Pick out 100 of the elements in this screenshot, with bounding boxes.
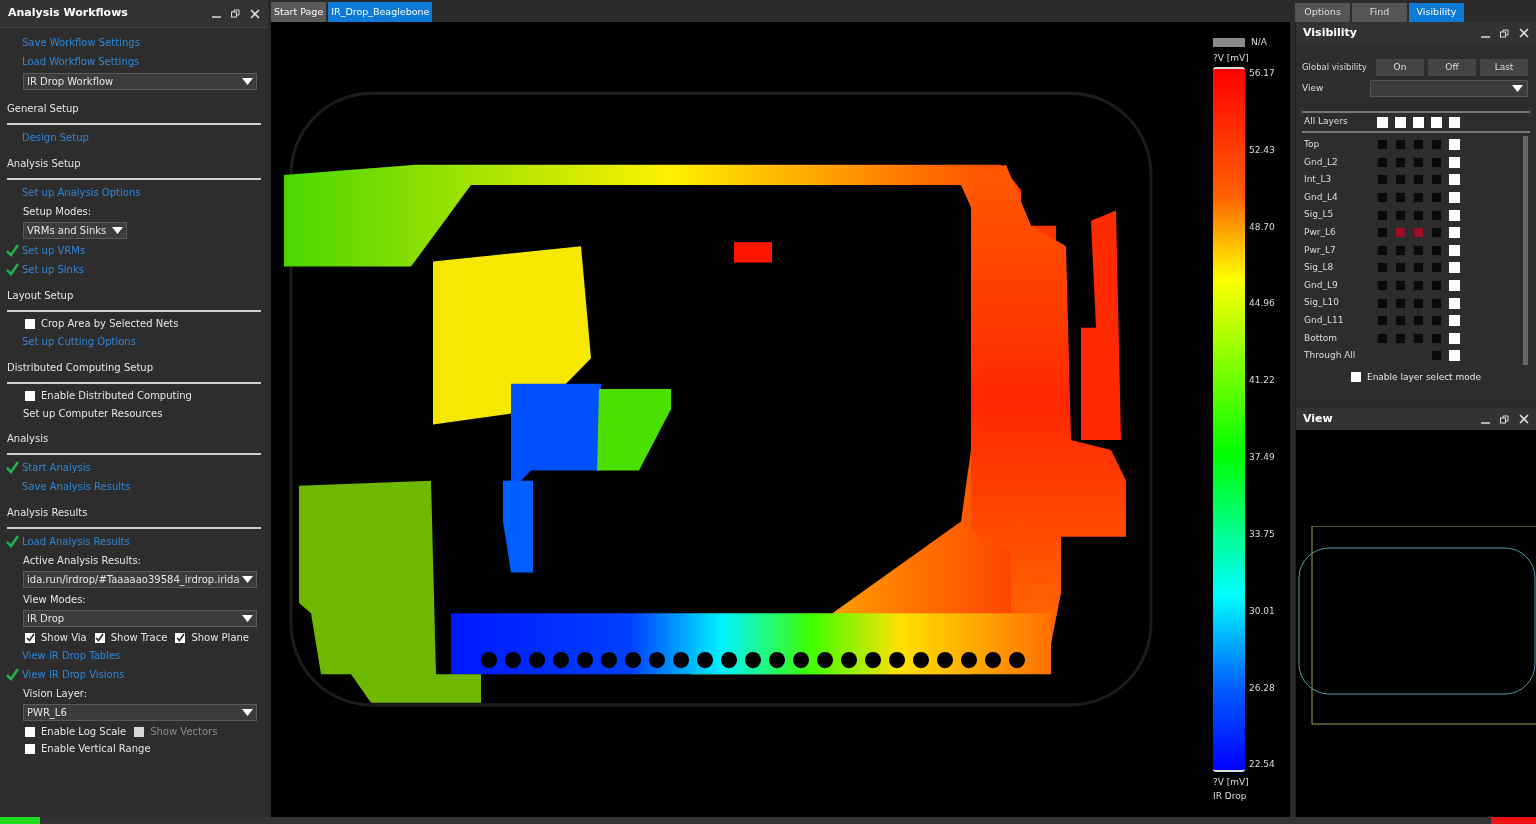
checkbox[interactable] [25, 726, 35, 737]
layer-toggle[interactable] [1395, 116, 1406, 128]
layer-toggle[interactable] [1413, 315, 1424, 327]
layer-toggle[interactable] [1377, 315, 1388, 327]
close-icon[interactable] [1519, 414, 1529, 424]
workflow-link[interactable]: View IR Drop Tables [22, 648, 121, 663]
layer-toggle[interactable] [1431, 174, 1442, 186]
layer-toggle[interactable] [1431, 297, 1442, 309]
layer-toggle[interactable] [1413, 280, 1424, 292]
layer-toggle[interactable] [1377, 332, 1388, 344]
layer-toggle[interactable] [1413, 262, 1424, 274]
layer-toggle[interactable] [1431, 262, 1442, 274]
workflow-link[interactable]: Start Analysis [22, 460, 91, 475]
layer-toggle[interactable] [1395, 174, 1406, 186]
layer-toggle[interactable] [1431, 156, 1442, 168]
layer-toggle[interactable] [1449, 209, 1460, 221]
restore-icon[interactable] [1500, 28, 1509, 38]
visibility-button[interactable]: Last [1480, 59, 1528, 76]
layer-toggle[interactable] [1395, 315, 1406, 327]
pcb-canvas[interactable]: N/A ?V [mV] 56.17 52.43 48.70 44.96 41.22 37.49 33.75 30.01 26.28 22.54 ?V [mV] IR Drop [271, 22, 1290, 817]
document-tab[interactable]: Start Page [271, 2, 327, 22]
dropdown[interactable]: VRMs and Sinks [23, 222, 127, 239]
workflow-link[interactable]: Design Setup [22, 130, 89, 145]
workflow-link[interactable]: Set up Analysis Options [22, 185, 141, 200]
layer-toggle[interactable] [1395, 332, 1406, 344]
layer-toggle[interactable] [1377, 116, 1388, 128]
restore-icon[interactable] [1500, 414, 1509, 424]
layer-toggle[interactable] [1413, 174, 1424, 186]
dropdown[interactable]: PWR_L6 [23, 704, 257, 721]
layer-toggle[interactable] [1377, 192, 1388, 204]
layer-toggle[interactable] [1449, 332, 1460, 344]
workflow-link[interactable]: Set up Cutting Options [22, 334, 136, 349]
checkbox[interactable] [175, 632, 186, 643]
layer-toggle[interactable] [1395, 297, 1406, 309]
layer-toggle[interactable] [1413, 209, 1424, 221]
layer-toggle[interactable] [1431, 315, 1442, 327]
panel-tab[interactable]: Options [1295, 3, 1350, 22]
checkbox[interactable] [1350, 372, 1361, 383]
layer-toggle[interactable] [1413, 297, 1424, 309]
dropdown[interactable]: ida.run/irdrop/#Taaaaao39584_irdrop.irida [23, 571, 257, 588]
visibility-button[interactable]: Off [1428, 59, 1476, 76]
layer-toggle[interactable] [1431, 227, 1442, 239]
checkbox[interactable] [25, 318, 35, 329]
layer-toggle[interactable] [1449, 156, 1460, 168]
layer-toggle[interactable] [1377, 244, 1388, 256]
layer-toggle[interactable] [1377, 174, 1388, 186]
document-tab[interactable]: IR_Drop_Beaglebone [328, 2, 433, 22]
workflow-link[interactable]: Load Analysis Results [22, 534, 130, 549]
layer-toggle[interactable] [1377, 227, 1388, 239]
layer-toggle[interactable] [1449, 280, 1460, 292]
layer-toggle[interactable] [1395, 280, 1406, 292]
layer-toggle[interactable] [1449, 192, 1460, 204]
dropdown[interactable]: IR Drop Workflow [23, 73, 257, 90]
checkbox[interactable] [25, 390, 35, 401]
layer-toggle[interactable] [1395, 227, 1406, 239]
scrollbar[interactable] [1523, 136, 1528, 365]
layer-toggle[interactable] [1449, 116, 1460, 128]
layer-toggle[interactable] [1449, 139, 1460, 151]
checkbox[interactable] [94, 632, 105, 643]
layer-toggle[interactable] [1395, 192, 1406, 204]
layer-toggle[interactable] [1449, 350, 1460, 362]
layer-toggle[interactable] [1377, 209, 1388, 221]
panel-tab[interactable]: Visibility [1409, 3, 1464, 22]
layer-toggle[interactable] [1377, 280, 1388, 292]
layer-toggle[interactable] [1395, 262, 1406, 274]
layer-toggle[interactable] [1449, 315, 1460, 327]
close-icon[interactable] [250, 8, 260, 19]
layer-toggle[interactable] [1377, 139, 1388, 151]
workflow-link[interactable]: Save Analysis Results [22, 479, 131, 494]
layer-toggle[interactable] [1413, 192, 1424, 204]
workflow-link[interactable]: Save Workflow Settings [22, 35, 140, 50]
layer-toggle[interactable] [1413, 116, 1424, 128]
layer-toggle[interactable] [1395, 139, 1406, 151]
layer-toggle[interactable] [1395, 209, 1406, 221]
layer-toggle[interactable] [1377, 297, 1388, 309]
layer-toggle[interactable] [1431, 332, 1442, 344]
layer-toggle[interactable] [1431, 192, 1442, 204]
layer-toggle[interactable] [1413, 244, 1424, 256]
workflow-link[interactable]: Set up Sinks [22, 262, 84, 277]
dropdown[interactable] [1370, 80, 1528, 97]
layer-toggle[interactable] [1431, 139, 1442, 151]
restore-icon[interactable] [231, 9, 240, 18]
workflow-link[interactable]: View IR Drop Visions [22, 667, 125, 682]
layer-toggle[interactable] [1449, 297, 1460, 309]
panel-tab[interactable]: Find [1352, 3, 1407, 22]
layer-toggle[interactable] [1377, 262, 1388, 274]
layer-toggle[interactable] [1449, 174, 1460, 186]
checkbox[interactable] [25, 743, 35, 754]
close-icon[interactable] [1519, 28, 1529, 38]
layer-toggle[interactable] [1395, 244, 1406, 256]
visibility-button[interactable]: On [1376, 59, 1424, 76]
dropdown[interactable]: IR Drop [23, 610, 257, 627]
layer-toggle[interactable] [1413, 332, 1424, 344]
layer-toggle[interactable] [1413, 139, 1424, 151]
layer-toggle[interactable] [1431, 350, 1442, 362]
layer-toggle[interactable] [1431, 116, 1442, 128]
layer-toggle[interactable] [1449, 227, 1460, 239]
layer-toggle[interactable] [1449, 262, 1460, 274]
layer-toggle[interactable] [1431, 244, 1442, 256]
checkbox[interactable] [25, 632, 35, 643]
